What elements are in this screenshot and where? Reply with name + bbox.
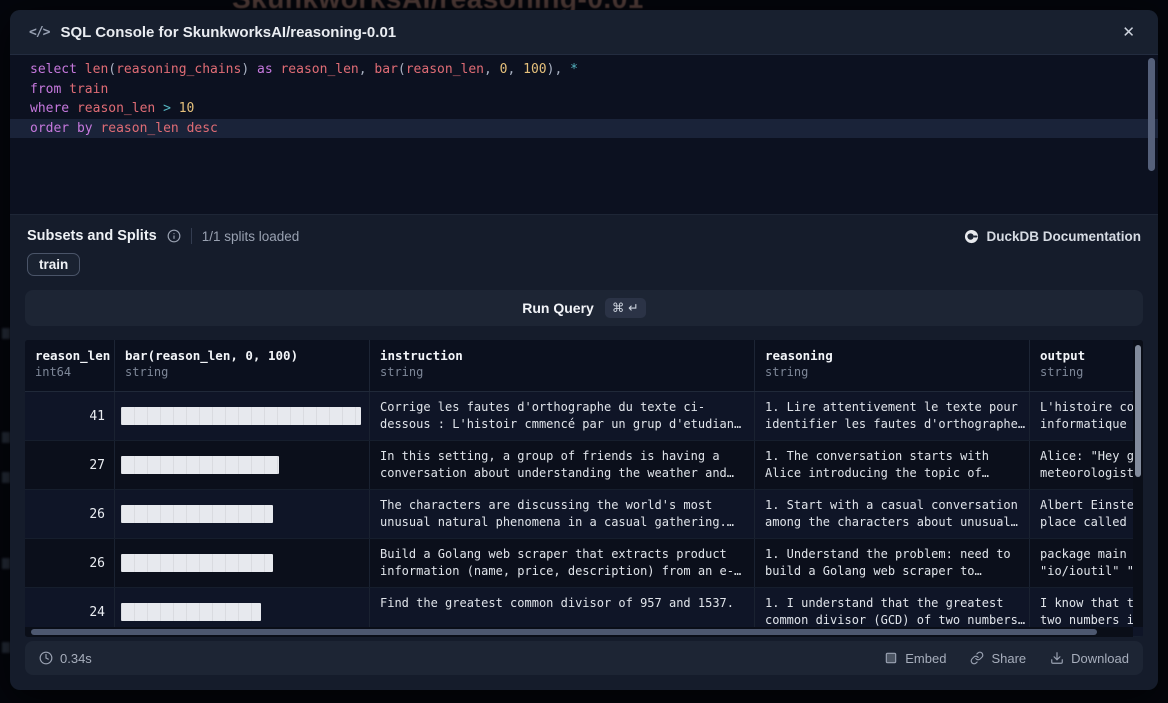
table-header-row: reason_len int64 bar(reason_len, 0, 100) st… [25,340,1143,392]
column-header-reasoning[interactable]: reasoning string [755,340,1030,391]
column-header-reason-len[interactable]: reason_len int64 [25,340,115,391]
background-artifact [2,642,10,653]
cell-output: L'histoire co informatique [1030,392,1143,440]
table-row[interactable]: 26 The characters are discussing the worl… [25,490,1143,539]
split-chip-train[interactable]: train [27,253,80,276]
cell-reasoning: 1. Understand the problem: need to build… [755,539,1030,587]
column-type: string [765,365,1019,379]
modal-title: SQL Console for SkunkworksAI/reasoning-0… [60,24,396,41]
cell-bar [115,490,370,538]
bar-visualization [121,407,361,425]
bar-visualization [121,554,273,572]
table-vertical-scrollbar-thumb[interactable] [1135,345,1141,477]
code-line[interactable]: order by reason_len desc [10,119,1158,139]
modal-header: </> SQL Console for SkunkworksAI/reasoni… [10,10,1158,55]
embed-icon [884,651,898,665]
table-body: 41 Corrige les fautes d'orthographe du te… [25,392,1143,637]
code-icon: </> [29,25,49,40]
cell-instruction: In this setting, a group of friends is h… [370,441,755,489]
column-name: instruction [380,348,744,363]
column-type: string [1040,365,1133,379]
cell-reason-len: 26 [25,539,115,587]
cell-bar [115,539,370,587]
close-icon[interactable]: ✕ [1118,21,1139,44]
clock-icon [39,651,53,665]
column-header-bar-reason-len-0-100-[interactable]: bar(reason_len, 0, 100) string [115,340,370,391]
editor-scrollbar[interactable] [1147,58,1156,210]
share-label: Share [991,651,1026,666]
embed-label: Embed [905,651,946,666]
table-row[interactable]: 41 Corrige les fautes d'orthographe du te… [25,392,1143,441]
background-artifact [2,472,10,483]
info-icon[interactable] [167,229,181,243]
cell-output: Alice: "Hey g meteorologist [1030,441,1143,489]
download-button[interactable]: Download [1050,651,1129,666]
cell-instruction: Build a Golang web scraper that extracts… [370,539,755,587]
cell-instruction: The characters are discussing the world'… [370,490,755,538]
divider [191,228,192,244]
download-label: Download [1071,651,1129,666]
query-time: 0.34s [39,651,92,666]
column-type: int64 [35,365,104,379]
cell-reason-len: 26 [25,490,115,538]
sql-editor[interactable]: select len(reasoning_chains) as reason_l… [10,55,1158,215]
run-query-button[interactable]: Run Query ⌘ ↵ [25,290,1143,326]
table-horizontal-scrollbar-thumb[interactable] [31,629,1097,635]
subsets-label: Subsets and Splits [27,228,157,244]
cell-reasoning: 1. The conversation starts with Alice in… [755,441,1030,489]
editor-scrollbar-thumb[interactable] [1148,58,1155,171]
query-time-value: 0.34s [60,651,92,666]
keyboard-shortcut-badge: ⌘ ↵ [605,298,646,318]
duckdb-doc-link[interactable]: DuckDB Documentation [964,229,1141,244]
sql-console-modal: </> SQL Console for SkunkworksAI/reasoni… [10,10,1158,690]
download-icon [1050,651,1064,665]
run-query-label: Run Query [522,300,594,316]
table-row[interactable]: 26 Build a Golang web scraper that extrac… [25,539,1143,588]
code-line[interactable]: select len(reasoning_chains) as reason_l… [10,60,1158,80]
background-artifact [2,558,10,569]
results-table: reason_len int64 bar(reason_len, 0, 100) st… [25,340,1143,637]
cell-output: Albert Einste place called [1030,490,1143,538]
cell-reasoning: 1. Lire attentivement le texte pour iden… [755,392,1030,440]
link-icon [970,651,984,665]
table-horizontal-scrollbar[interactable] [25,627,1133,637]
cell-reasoning: 1. Start with a casual conversation amon… [755,490,1030,538]
cell-bar [115,392,370,440]
cell-instruction: Corrige les fautes d'orthographe du text… [370,392,755,440]
code-line[interactable]: where reason_len > 10 [10,99,1158,119]
column-header-output[interactable]: output string [1030,340,1143,391]
cell-reason-len: 27 [25,441,115,489]
bar-visualization [121,456,279,474]
background-artifact [2,432,10,443]
sql-editor-lines: select len(reasoning_chains) as reason_l… [10,60,1158,138]
splits-loaded-text: 1/1 splits loaded [202,229,300,244]
share-button[interactable]: Share [970,651,1026,666]
table-vertical-scrollbar[interactable] [1133,340,1143,627]
column-type: string [125,365,359,379]
cell-reason-len: 41 [25,392,115,440]
column-name: bar(reason_len, 0, 100) [125,348,359,363]
cell-bar [115,441,370,489]
results-footer: 0.34s Embed Share [25,641,1143,675]
subsets-row: Subsets and Splits 1/1 splits loaded Duc… [25,228,1143,244]
column-name: reason_len [35,348,104,363]
duckdb-doc-label: DuckDB Documentation [986,229,1141,244]
background-artifact [2,328,10,339]
bar-visualization [121,505,273,523]
cell-output: package main "io/ioutil" " [1030,539,1143,587]
column-name: output [1040,348,1133,363]
column-type: string [380,365,744,379]
duckdb-logo-icon [964,229,979,244]
code-line[interactable]: from train [10,80,1158,100]
table-row[interactable]: 27 In this setting, a group of friends is… [25,441,1143,490]
embed-button[interactable]: Embed [884,651,946,666]
column-header-instruction[interactable]: instruction string [370,340,755,391]
bar-visualization [121,603,261,621]
column-name: reasoning [765,348,1019,363]
